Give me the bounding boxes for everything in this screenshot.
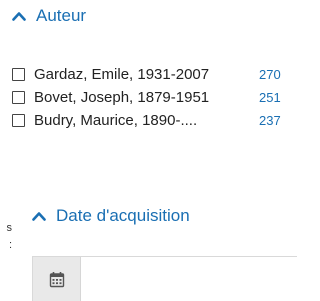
facet-header-date-acquisition[interactable]: Date d'acquisition <box>32 206 190 226</box>
facet-item[interactable]: Budry, Maurice, 1890-.... 237 <box>12 110 297 130</box>
date-input-group <box>32 256 297 301</box>
facet-title-auteur: Auteur <box>36 6 87 25</box>
calendar-button[interactable] <box>33 257 81 301</box>
facet-item[interactable]: Gardaz, Emile, 1931-2007 270 <box>12 64 297 84</box>
chevron-up-icon <box>32 212 46 221</box>
facet-checkbox[interactable] <box>12 90 25 104</box>
facet-item[interactable]: Bovet, Joseph, 1879-1951 251 <box>12 87 297 107</box>
facet-panel: Auteur Gardaz, Emile, 1931-2007 270 Bove… <box>0 0 297 301</box>
facet-header-auteur[interactable]: Auteur <box>12 6 86 26</box>
facet-checkbox[interactable] <box>12 67 25 81</box>
calendar-icon <box>49 271 64 287</box>
facet-label: Gardaz, Emile, 1931-2007 <box>34 65 210 83</box>
clipped-text-fragment: s <box>6 222 13 234</box>
facet-count: 251 <box>259 89 281 105</box>
facet-title-date-acquisition: Date d'acquisition <box>56 206 190 225</box>
facet-count: 237 <box>259 112 281 128</box>
facet-label: Bovet, Joseph, 1879-1951 <box>34 88 210 106</box>
clipped-text-fragment: : <box>8 239 12 251</box>
facet-count: 270 <box>259 66 281 82</box>
facet-label: Budry, Maurice, 1890-.... <box>34 111 198 129</box>
chevron-up-icon <box>12 12 26 21</box>
facet-list-auteur: Gardaz, Emile, 1931-2007 270 Bovet, Jose… <box>12 64 297 133</box>
facet-checkbox[interactable] <box>12 113 25 127</box>
